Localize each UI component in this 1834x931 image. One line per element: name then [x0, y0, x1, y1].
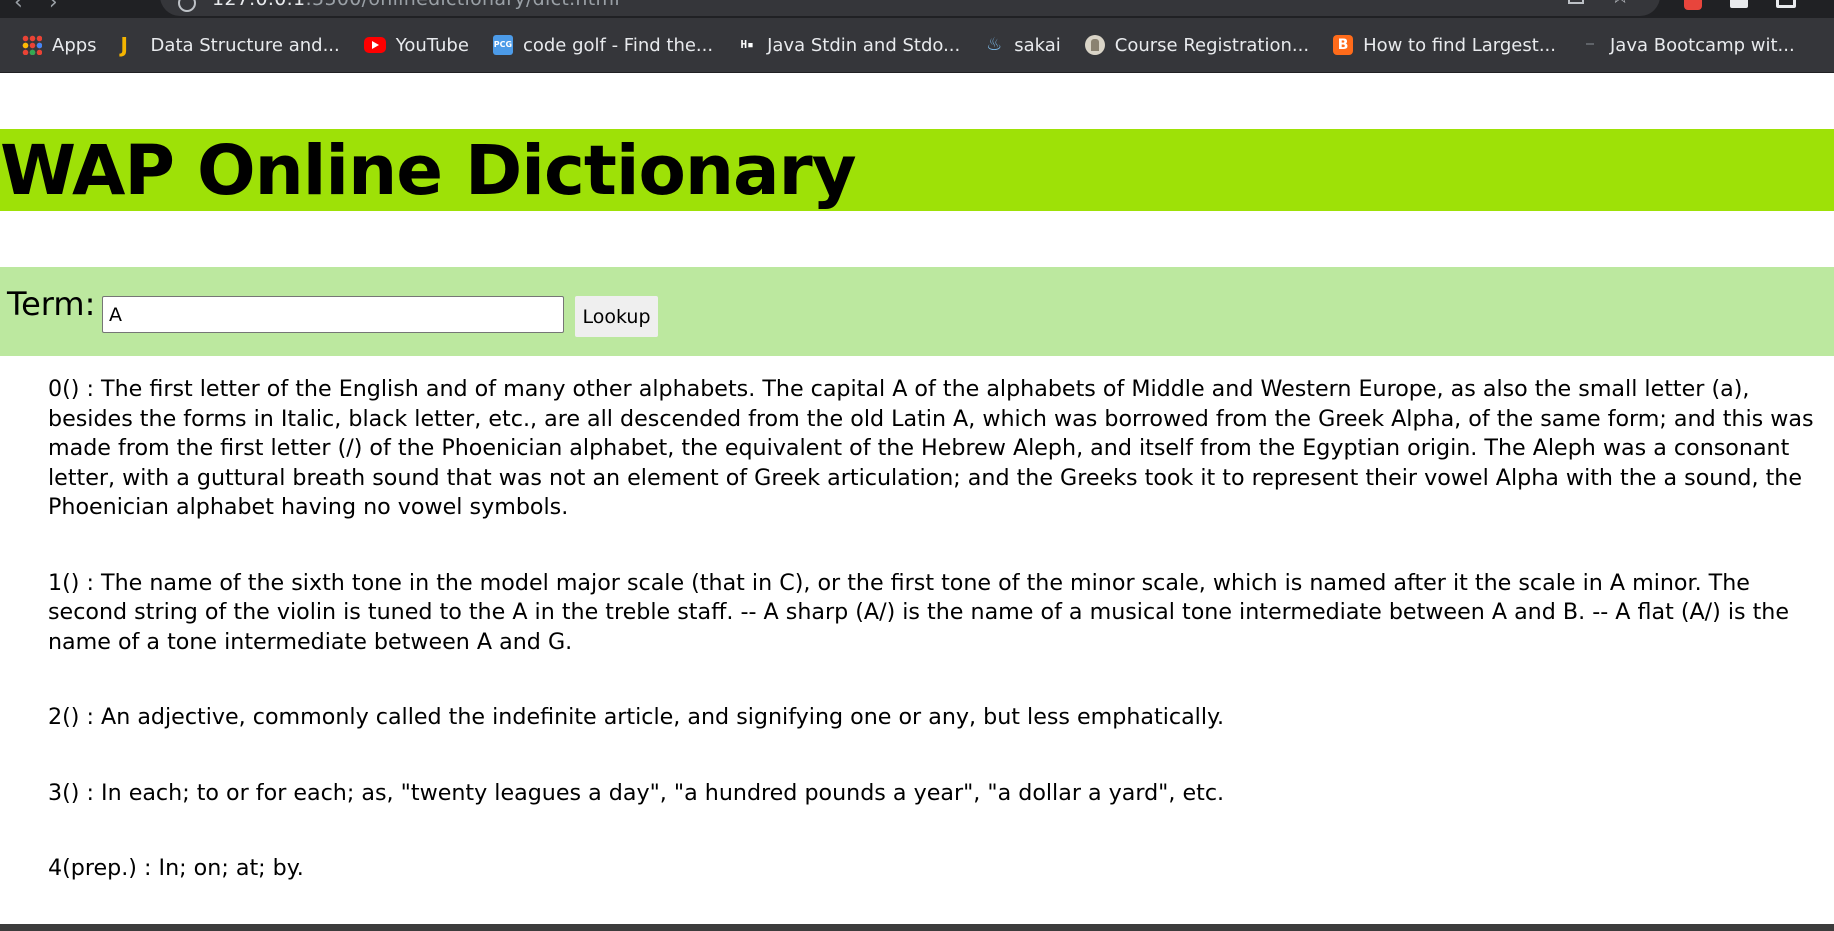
bookmark-java-bootcamp[interactable]: Java Bootcamp wit... [1580, 27, 1795, 63]
browser-address-strip: ‹ › 127.0.0.1:5500/onlinedictionary/dict… [0, 0, 1834, 18]
bookmark-label: code golf - Find the... [522, 34, 714, 56]
site-info-icon[interactable] [178, 0, 196, 12]
definition-text: In each; to or for each; as, "twenty lea… [101, 779, 1225, 806]
extensions-puzzle-icon[interactable] [1730, 0, 1748, 8]
definition-item: 4(prep.) : In; on; at; by. [48, 854, 1834, 884]
forward-icon[interactable]: › [49, 0, 58, 15]
definition-text: The name of the sixth tone in the model … [48, 569, 1790, 655]
nav-buttons: ‹ › [14, 0, 58, 15]
definition-pos: () [62, 376, 80, 402]
java-icon [1580, 35, 1600, 55]
bookmark-apps[interactable]: Apps [22, 27, 97, 63]
definition-item: 0() : The first letter of the English an… [48, 375, 1834, 523]
lookup-form: Term: Lookup [0, 267, 1834, 356]
horizontal-scrollbar[interactable] [0, 924, 1834, 931]
definition-separator: : [79, 569, 102, 596]
definitions-list: 0() : The first letter of the English an… [48, 375, 1834, 930]
bookmark-label: Java Stdin and Stdo... [767, 34, 961, 56]
university-seal-icon [1084, 35, 1105, 55]
url-host: 127.0.0.1 [212, 0, 305, 10]
extension-icon[interactable] [1684, 0, 1702, 10]
term-input[interactable] [102, 296, 564, 333]
url-path: :5500/onlinedictionary/dict.html [305, 0, 620, 10]
definition-pos: () [62, 779, 80, 806]
definition-index: 0 [48, 376, 63, 402]
bookmarks-bar: Apps J Data Structure and... YouTube PCG… [0, 18, 1834, 73]
share-icon[interactable] [1568, 0, 1584, 4]
definition-separator: : [79, 376, 102, 402]
definition-separator: : [79, 779, 102, 806]
address-bar[interactable]: 127.0.0.1:5500/onlinedictionary/dict.htm… [160, 0, 1660, 16]
bookmark-label: How to find Largest... [1363, 34, 1556, 56]
bookmark-sakai[interactable]: ♨ sakai [984, 27, 1061, 63]
bookmark-data-structure[interactable]: J Data Structure and... [121, 27, 340, 63]
bookmark-label: Java Bootcamp wit... [1609, 34, 1795, 56]
apps-grid-icon [22, 35, 42, 55]
bookmark-label: Course Registration... [1114, 34, 1310, 56]
pcg-icon: PCG [492, 35, 513, 55]
definition-item: 3() : In each; to or for each; as, "twen… [48, 779, 1834, 809]
youtube-icon [363, 37, 386, 53]
blogger-icon: B [1333, 35, 1354, 55]
definition-pos: () [62, 704, 80, 730]
hackerrank-icon: H▪ [740, 38, 754, 51]
jetbrains-icon: J [120, 33, 128, 57]
bookmark-label: Apps [52, 34, 97, 56]
definition-text: In; on; at; by. [158, 855, 304, 881]
bookmark-course-registration[interactable]: Course Registration... [1084, 27, 1310, 63]
definition-separator: : [79, 704, 102, 730]
bookmark-label: YouTube [395, 34, 469, 56]
definition-index: 4 [48, 855, 63, 881]
page-content: WAP Online Dictionary Term: Lookup 0() :… [0, 73, 1834, 924]
definition-text: The first letter of the English and of m… [48, 376, 1814, 520]
title-banner: WAP Online Dictionary [0, 129, 1834, 211]
definition-text: An adjective, commonly called the indefi… [101, 704, 1225, 730]
bookmark-java-stdin[interactable]: H▪ Java Stdin and Stdo... [737, 27, 960, 63]
term-label: Term: [7, 285, 96, 323]
tab-search-icon[interactable] [1776, 0, 1796, 8]
definition-pos: (prep.) [62, 855, 137, 881]
definition-index: 1 [48, 569, 63, 596]
back-icon[interactable]: ‹ [14, 0, 23, 15]
bookmark-star-icon[interactable]: ☆ [1610, 0, 1630, 9]
bookmark-how-to-find[interactable]: B How to find Largest... [1333, 27, 1556, 63]
definition-item: 2() : An adjective, commonly called the … [48, 703, 1834, 733]
bookmark-youtube[interactable]: YouTube [363, 27, 469, 63]
definition-index: 2 [48, 704, 63, 730]
definition-separator: : [136, 855, 159, 881]
definition-pos: () [62, 569, 80, 596]
page-title: WAP Online Dictionary [0, 131, 857, 211]
sakai-icon: ♨ [986, 34, 1003, 55]
url-text[interactable]: 127.0.0.1:5500/onlinedictionary/dict.htm… [212, 0, 620, 10]
definition-item: 1() : The name of the sixth tone in the … [48, 569, 1834, 658]
bookmark-code-golf[interactable]: PCG code golf - Find the... [492, 27, 714, 63]
bookmark-label: sakai [1014, 34, 1061, 56]
lookup-button[interactable]: Lookup [575, 296, 658, 337]
definition-index: 3 [48, 779, 63, 806]
bookmark-label: Data Structure and... [150, 34, 340, 56]
